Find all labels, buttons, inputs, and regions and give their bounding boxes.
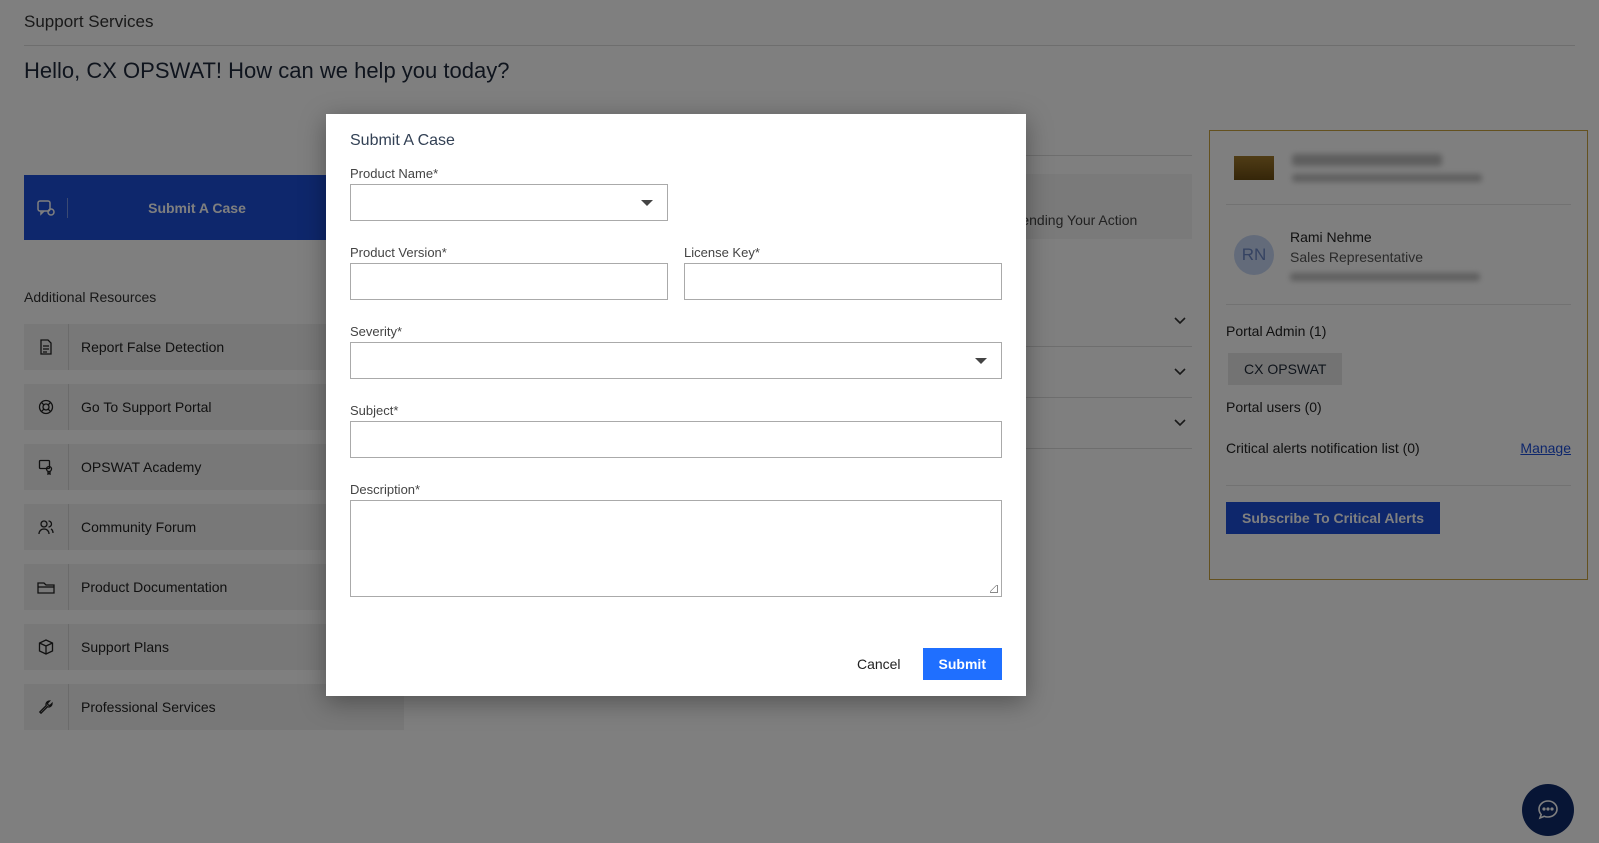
cancel-button[interactable]: Cancel	[857, 656, 901, 672]
resize-handle-icon[interactable]	[990, 585, 998, 593]
submit-case-modal: Submit A Case Product Name* Product Vers…	[326, 114, 1026, 696]
severity-select[interactable]	[350, 342, 1002, 379]
description-label: Description*	[350, 482, 421, 497]
product-version-label: Product Version*	[350, 245, 447, 260]
subject-input[interactable]	[350, 421, 1002, 458]
dropdown-caret-icon	[975, 358, 987, 364]
modal-title: Submit A Case	[350, 132, 455, 149]
submit-button[interactable]: Submit	[922, 648, 1002, 680]
product-name-select[interactable]	[350, 184, 668, 221]
product-version-input[interactable]	[350, 263, 668, 300]
severity-label: Severity*	[350, 324, 403, 339]
subject-label: Subject*	[350, 403, 399, 418]
product-name-label: Product Name*	[350, 166, 439, 181]
license-key-input[interactable]	[684, 263, 1002, 300]
license-key-label: License Key*	[684, 245, 760, 260]
dropdown-caret-icon	[641, 200, 653, 206]
description-textarea[interactable]	[350, 500, 1002, 597]
